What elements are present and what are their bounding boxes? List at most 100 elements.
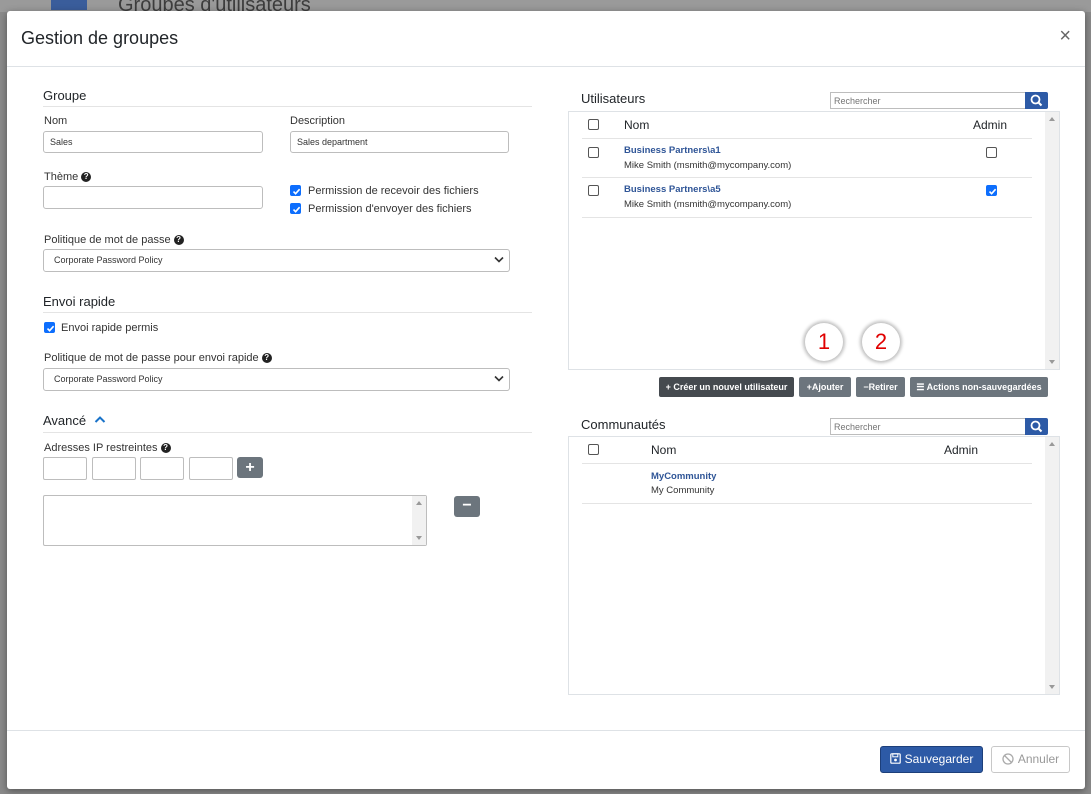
community-description: My Community (651, 485, 715, 496)
restricted-ip-label: Adresses IP restreintes? (44, 442, 171, 454)
perm-receive-checkbox[interactable] (290, 185, 301, 196)
communities-col-admin: Admin (944, 443, 979, 457)
ip-octet-2-input[interactable] (92, 457, 136, 480)
modal-title: Gestion de groupes (21, 28, 179, 48)
section-title-advanced[interactable]: Avancé (43, 413, 106, 428)
quick-send-policy-label: Politique de mot de passe pour envoi rap… (44, 352, 272, 364)
password-policy-label-text: Politique de mot de passe (44, 234, 171, 246)
chevron-down-icon (494, 256, 504, 263)
users-col-admin: Admin (973, 118, 1008, 132)
description-input[interactable] (290, 131, 509, 153)
communities-title: Communautés (581, 417, 666, 432)
section-divider (43, 432, 532, 433)
remove-user-button[interactable]: −Retirer (856, 377, 905, 397)
user-row-checkbox[interactable] (588, 147, 599, 158)
group-management-modal: Gestion de groupes × Groupe Nom Descript… (7, 11, 1085, 789)
user-admin-checkbox[interactable] (986, 185, 997, 196)
theme-label: Thème? (44, 171, 92, 183)
remove-ip-button[interactable]: − (454, 496, 480, 517)
communities-col-name: Nom (651, 443, 677, 457)
users-search-button[interactable] (1025, 92, 1048, 109)
users-search-input[interactable] (830, 92, 1026, 109)
user-admin-checkbox[interactable] (986, 147, 997, 158)
quick-send-allowed-checkbox[interactable] (44, 322, 55, 333)
password-policy-label: Politique de mot de passe? (44, 234, 184, 246)
create-user-button[interactable]: + Créer un nouvel utilisateur (659, 377, 794, 397)
users-col-name: Nom (624, 118, 650, 132)
add-user-label: Ajouter (811, 382, 844, 392)
floppy-disk-icon (889, 753, 901, 764)
users-select-all-checkbox[interactable] (588, 119, 599, 130)
cancel-label: Annuler (1017, 752, 1060, 766)
ip-octet-3-input[interactable] (140, 457, 184, 480)
ip-list-textarea[interactable] (43, 495, 427, 546)
row-divider (582, 503, 1032, 504)
perm-send-label: Permission d'envoyer des fichiers (308, 203, 472, 215)
theme-input[interactable] (43, 186, 263, 209)
section-title-quick-send: Envoi rapide (43, 294, 116, 309)
unsaved-actions-label: Actions non-sauvegardées (926, 382, 1042, 392)
row-divider (582, 217, 1032, 218)
step-badge-1: 1 (805, 323, 843, 361)
communities-search-input[interactable] (830, 418, 1026, 435)
add-user-button[interactable]: +Ajouter (799, 377, 851, 397)
restricted-ip-label-text: Adresses IP restreintes (44, 442, 158, 454)
search-icon (1030, 420, 1043, 433)
row-divider (582, 177, 1032, 178)
communities-panel (568, 436, 1060, 695)
advanced-title-text: Avancé (43, 413, 87, 428)
user-email: Mike Smith (msmith@mycompany.com) (624, 160, 792, 171)
community-name-link[interactable]: MyCommunity (651, 471, 716, 482)
search-icon (1030, 94, 1043, 107)
row-divider (582, 463, 1032, 464)
perm-receive-label: Permission de recevoir des fichiers (308, 185, 479, 197)
section-divider (43, 106, 532, 107)
password-policy-select[interactable]: Corporate Password Policy (43, 249, 510, 272)
section-title-group: Groupe (43, 88, 87, 103)
communities-select-all-checkbox[interactable] (588, 444, 599, 455)
description-label: Description (290, 115, 346, 127)
scrollbar[interactable] (1045, 437, 1059, 694)
help-icon[interactable]: ? (173, 235, 184, 245)
name-input[interactable] (43, 131, 263, 153)
add-ip-button[interactable]: + (237, 457, 263, 478)
background-search-button (51, 0, 87, 10)
scrollbar[interactable] (1045, 112, 1059, 369)
create-user-label: Créer un nouvel utilisateur (673, 382, 788, 392)
unsaved-actions-button[interactable]: ☰ Actions non-sauvegardées (910, 377, 1048, 397)
password-policy-value: Corporate Password Policy (54, 255, 163, 265)
perm-send-checkbox[interactable] (290, 203, 301, 214)
communities-search-button[interactable] (1025, 418, 1048, 435)
help-icon[interactable]: ? (160, 443, 171, 453)
quick-send-policy-select[interactable]: Corporate Password Policy (43, 368, 510, 391)
ip-octet-1-input[interactable] (43, 457, 87, 480)
users-title: Utilisateurs (581, 91, 646, 106)
ban-icon (1002, 753, 1014, 765)
quick-send-allowed-label: Envoi rapide permis (61, 322, 159, 334)
close-icon[interactable]: × (1059, 26, 1071, 46)
name-label: Nom (44, 115, 68, 127)
scrollbar[interactable] (412, 496, 426, 545)
remove-user-label: Retirer (868, 382, 898, 392)
help-icon[interactable]: ? (81, 172, 92, 182)
ip-octet-4-input[interactable] (189, 457, 233, 480)
list-icon: ☰ (916, 382, 925, 392)
step-badge-2: 2 (862, 323, 900, 361)
footer-divider (7, 730, 1085, 731)
user-row-checkbox[interactable] (588, 185, 599, 196)
row-divider (582, 138, 1032, 139)
modal-header: Gestion de groupes × (7, 11, 1085, 67)
save-label: Sauvegarder (904, 752, 974, 766)
chevron-up-icon[interactable] (94, 415, 106, 424)
quick-send-policy-value: Corporate Password Policy (54, 374, 163, 384)
help-icon[interactable]: ? (261, 353, 272, 363)
chevron-down-icon (494, 375, 504, 382)
quick-send-policy-label-text: Politique de mot de passe pour envoi rap… (44, 352, 259, 364)
theme-label-text: Thème (44, 171, 79, 183)
plus-icon: + (665, 382, 671, 392)
user-name-link[interactable]: Business Partners\a5 (624, 184, 721, 195)
cancel-button[interactable]: Annuler (991, 746, 1070, 773)
user-name-link[interactable]: Business Partners\a1 (624, 145, 721, 156)
user-email: Mike Smith (msmith@mycompany.com) (624, 199, 792, 210)
save-button[interactable]: Sauvegarder (880, 746, 983, 773)
